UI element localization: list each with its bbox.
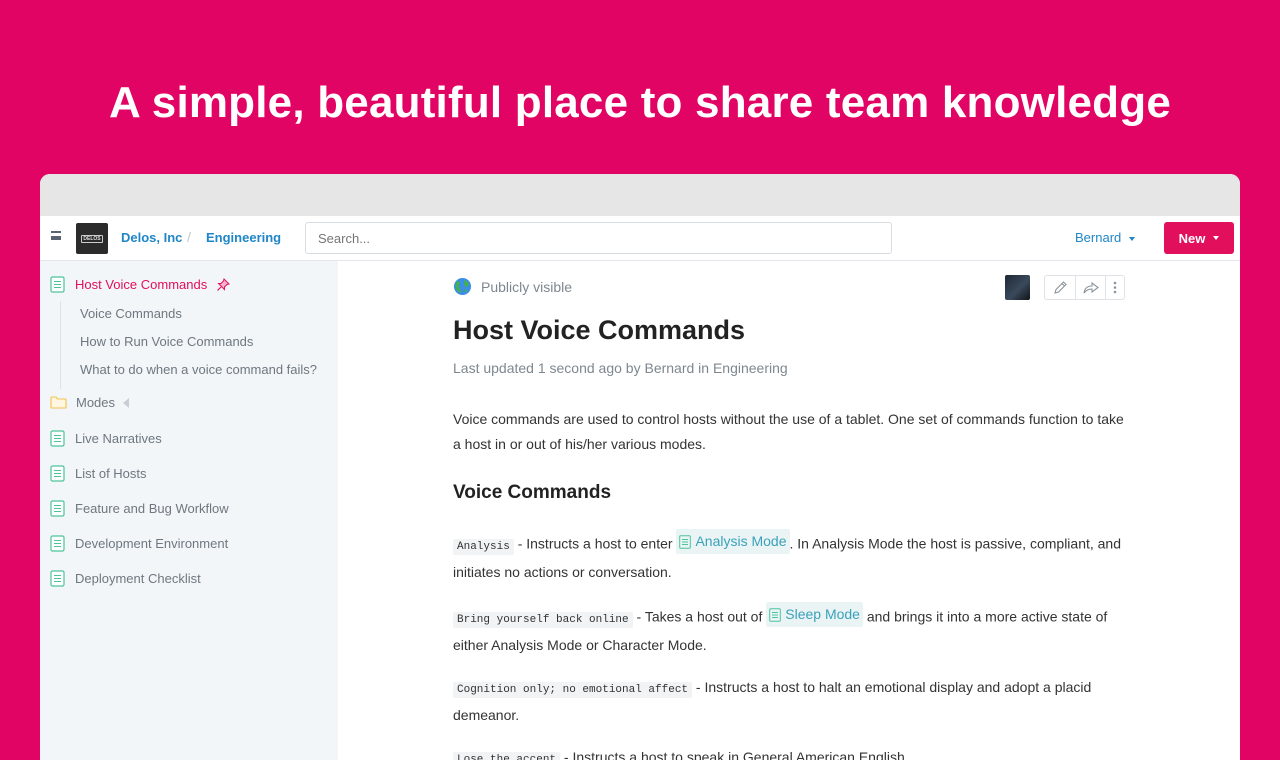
sidebar-item-development-environment[interactable]: Development Environment xyxy=(50,535,228,552)
hero-title: A simple, beautiful place to share team … xyxy=(109,78,1171,127)
sidebar-subitem-command-fails[interactable]: What to do when a voice command fails? xyxy=(80,362,317,377)
pin-icon[interactable] xyxy=(216,277,231,292)
share-icon xyxy=(1082,281,1099,294)
logo-text: DELOS xyxy=(81,234,103,243)
edit-button[interactable] xyxy=(1045,276,1076,299)
collapse-arrow-icon[interactable] xyxy=(123,397,130,408)
sidebar-subitem-voice-commands[interactable]: Voice Commands xyxy=(80,306,182,321)
share-button[interactable] xyxy=(1076,276,1106,299)
document-icon xyxy=(50,465,65,482)
sidebar-item-deployment-checklist[interactable]: Deployment Checklist xyxy=(50,570,201,587)
command-paragraph-online: Bring yourself back online - Takes a hos… xyxy=(453,602,1128,658)
pencil-icon xyxy=(1053,281,1067,294)
analysis-mode-link[interactable]: Analysis Mode xyxy=(676,529,790,554)
inline-code: Cognition only; no emotional affect xyxy=(453,682,693,698)
document-icon xyxy=(679,534,692,549)
more-options-button[interactable] xyxy=(1106,276,1124,299)
sidebar-item-label: Live Narratives xyxy=(75,431,162,446)
sleep-mode-link[interactable]: Sleep Mode xyxy=(766,602,863,627)
command-paragraph-accent: Lose the accent - Instructs a host to sp… xyxy=(453,745,1128,760)
document-actions xyxy=(1044,275,1125,300)
breadcrumb-separator: / xyxy=(187,229,191,245)
document-icon xyxy=(50,535,65,552)
link-label: Analysis Mode xyxy=(695,533,787,549)
sidebar-item-list-of-hosts[interactable]: List of Hosts xyxy=(50,465,147,482)
search-input[interactable] xyxy=(305,222,892,254)
sub-item-guide-line xyxy=(60,301,61,389)
chevron-down-icon xyxy=(1213,236,1220,240)
command-paragraph-analysis: Analysis - Instructs a host to enter Ana… xyxy=(453,529,1128,585)
sidebar-item-host-voice-commands[interactable]: Host Voice Commands xyxy=(50,276,231,293)
document-icon xyxy=(50,570,65,587)
section-heading: Voice Commands xyxy=(453,482,612,503)
document-icon xyxy=(50,500,65,517)
sidebar: Host Voice Commands Voice Commands How t… xyxy=(40,261,338,760)
user-menu[interactable]: Bernard xyxy=(1075,230,1136,245)
intro-paragraph: Voice commands are used to control hosts… xyxy=(453,411,1124,452)
top-bar: DELOS Delos, Inc / Engineering Bernard N… xyxy=(40,216,1240,261)
sidebar-item-label: Modes xyxy=(76,395,116,410)
inline-code: Lose the accent xyxy=(453,752,561,760)
sidebar-item-label: Deployment Checklist xyxy=(75,571,201,586)
sidebar-item-label: Development Environment xyxy=(75,536,229,551)
sidebar-item-label: Host Voice Commands xyxy=(75,277,208,292)
sidebar-item-modes[interactable]: Modes xyxy=(50,395,130,410)
inline-code: Bring yourself back online xyxy=(453,611,633,628)
inline-code: Analysis xyxy=(453,538,514,555)
link-label: Sleep Mode xyxy=(785,606,860,622)
menu-icon[interactable] xyxy=(51,231,61,240)
document-icon xyxy=(50,276,65,293)
window-chrome xyxy=(40,174,1240,216)
document-icon xyxy=(50,430,65,447)
sidebar-item-label: List of Hosts xyxy=(75,466,147,481)
sidebar-subitem-how-to-run[interactable]: How to Run Voice Commands xyxy=(80,334,253,349)
visibility-indicator: Publicly visible xyxy=(453,277,572,296)
more-vertical-icon xyxy=(1113,281,1117,294)
new-button-label: New xyxy=(1178,230,1206,246)
document-title: Host Voice Commands xyxy=(453,315,746,345)
new-button[interactable]: New xyxy=(1164,222,1234,254)
app-window: DELOS Delos, Inc / Engineering Bernard N… xyxy=(40,174,1240,760)
document-view: Publicly visible Host Voice Commands Las… xyxy=(338,261,1240,760)
paragraph-text: - Takes a host out of xyxy=(632,608,767,625)
command-paragraph-cognition: Cognition only; no emotional affect - In… xyxy=(453,675,1128,728)
paragraph-text: - Instructs a host to enter xyxy=(513,535,677,552)
visibility-label: Publicly visible xyxy=(481,278,573,295)
document-meta: Last updated 1 second ago by Bernard in … xyxy=(453,360,788,376)
breadcrumb-collection[interactable]: Engineering xyxy=(206,230,281,245)
avatar[interactable] xyxy=(1005,275,1030,300)
breadcrumb-org[interactable]: Delos, Inc xyxy=(121,230,182,245)
sidebar-item-feature-bug-workflow[interactable]: Feature and Bug Workflow xyxy=(50,500,229,517)
user-name: Bernard xyxy=(1075,230,1122,245)
chevron-down-icon xyxy=(1129,236,1136,241)
document-icon xyxy=(769,607,782,622)
globe-icon xyxy=(453,277,472,296)
folder-icon xyxy=(50,396,67,409)
org-logo[interactable]: DELOS xyxy=(76,223,108,254)
sidebar-item-label: Feature and Bug Workflow xyxy=(75,501,229,516)
paragraph-text: - Instructs a host to speak in General A… xyxy=(560,749,905,760)
sidebar-item-live-narratives[interactable]: Live Narratives xyxy=(50,430,162,447)
